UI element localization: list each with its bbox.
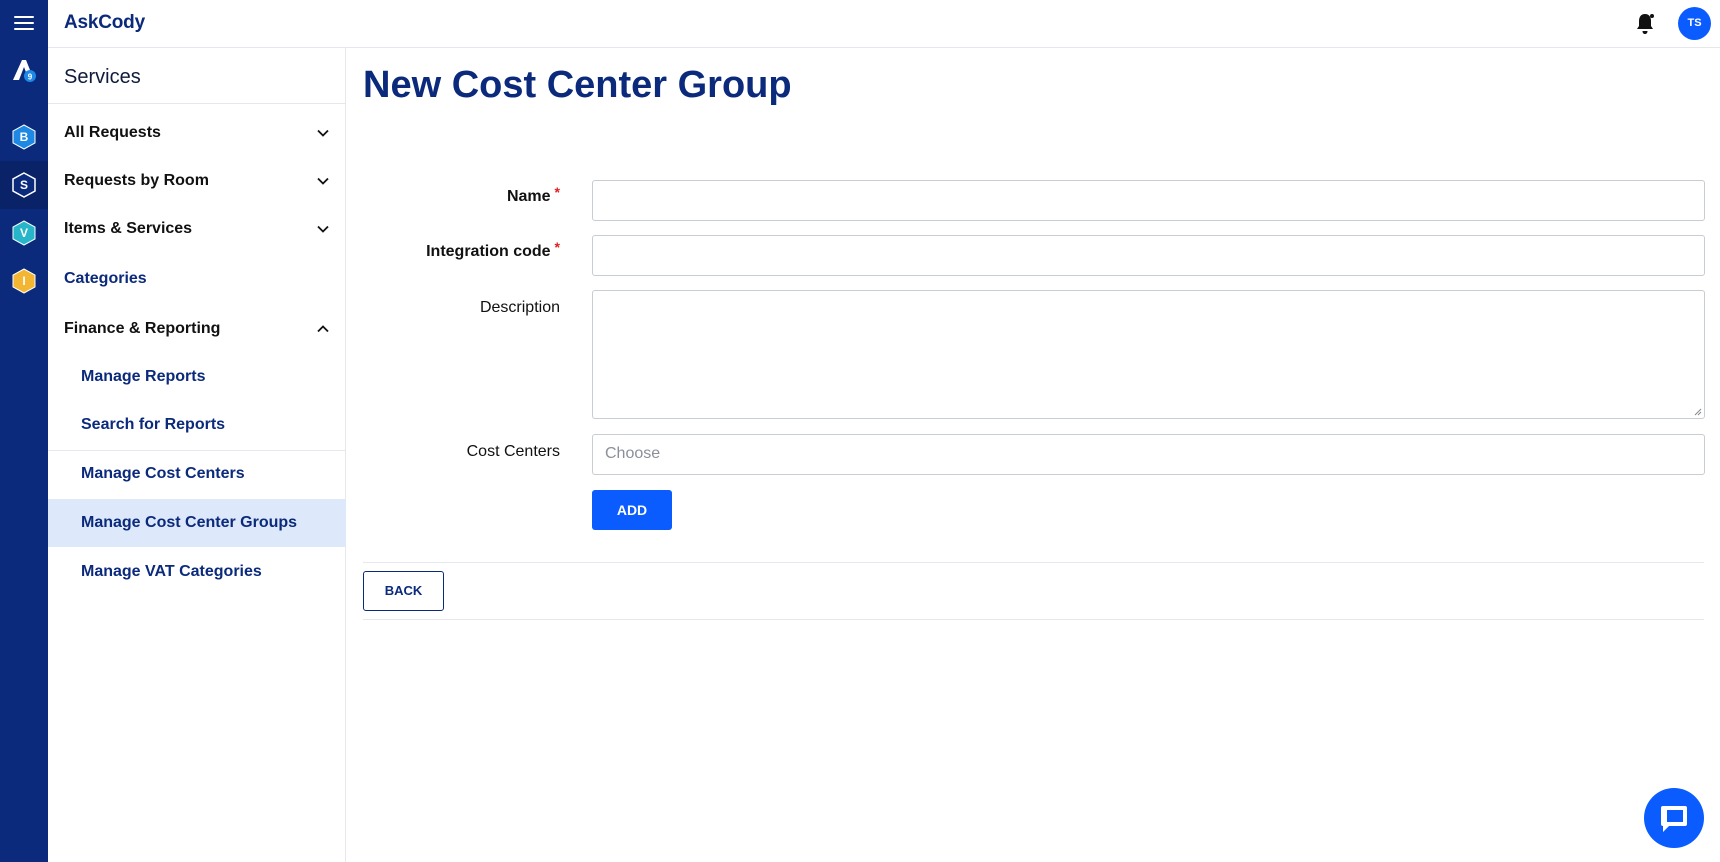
sidebar-item-label: Finance & Reporting — [64, 320, 221, 337]
chevron-down-icon — [317, 177, 329, 185]
add-button[interactable]: ADD — [592, 490, 672, 530]
user-avatar[interactable]: TS — [1678, 7, 1711, 40]
name-label-text: Name — [506, 188, 551, 205]
page-title: New Cost Center Group — [363, 64, 792, 106]
sidebar-item-finance-reporting[interactable]: Finance & Reporting — [48, 306, 346, 352]
sidebar-item-items-services[interactable]: Items & Services — [48, 206, 346, 252]
brand-logo[interactable]: AskCody — [64, 12, 145, 34]
integration-code-input[interactable] — [592, 235, 1705, 276]
section-divider — [363, 562, 1704, 563]
rail-item-i[interactable]: I — [11, 268, 37, 294]
sidebar-item-label: All Requests — [64, 124, 161, 141]
rail-item-s[interactable]: S — [11, 172, 37, 198]
sidebar-item-label: Items & Services — [64, 220, 193, 237]
menu-icon[interactable] — [14, 16, 34, 30]
services-sidebar: Services All Requests Requests by Room I… — [48, 48, 346, 862]
main-content: New Cost Center Group Name * Integration … — [363, 48, 1705, 862]
notification-bell-icon[interactable] — [1634, 12, 1656, 36]
rail-item-i-label: I — [22, 274, 26, 288]
top-bar: AskCody TS — [48, 0, 1720, 48]
sidebar-subitem-manage-cost-center-groups[interactable]: Manage Cost Center Groups — [48, 499, 346, 547]
svg-text:9: 9 — [28, 73, 33, 82]
section-divider — [363, 619, 1704, 620]
rail-item-v-label: V — [19, 226, 28, 240]
cost-centers-select[interactable]: Choose — [592, 434, 1705, 475]
sidebar-subitem-manage-vat-categories[interactable]: Manage VAT Categories — [48, 548, 346, 596]
sidebar-subitem-label: Manage Reports — [81, 368, 206, 385]
chevron-down-icon — [317, 225, 329, 233]
cost-centers-label: Cost Centers — [466, 443, 560, 460]
rail-item-s-label: S — [19, 178, 28, 192]
chat-launcher-button[interactable] — [1644, 788, 1704, 848]
integration-code-label-text: Integration code — [426, 243, 551, 260]
integration-code-label: Integration code * — [363, 239, 560, 261]
sidebar-subitem-manage-reports[interactable]: Manage Reports — [48, 353, 346, 401]
sidebar-item-all-requests[interactable]: All Requests — [48, 110, 346, 156]
rail-item-b-label: B — [19, 130, 29, 144]
sidebar-subitem-manage-cost-centers[interactable]: Manage Cost Centers — [48, 450, 346, 498]
sidebar-subitem-label: Manage Cost Centers — [81, 465, 245, 482]
sidebar-subitem-label: Manage VAT Categories — [81, 563, 262, 580]
sidebar-title: Services — [64, 66, 141, 88]
app-rail: 9 B S V I — [0, 0, 48, 862]
sidebar-item-requests-by-room[interactable]: Requests by Room — [48, 158, 346, 204]
askcody-logo-icon[interactable]: 9 — [10, 56, 38, 84]
sidebar-divider — [48, 103, 346, 104]
sidebar-subitem-label: Search for Reports — [81, 416, 226, 433]
required-marker: * — [554, 184, 560, 200]
resize-handle-icon[interactable] — [1694, 408, 1702, 416]
chat-bubble-icon — [1661, 806, 1687, 832]
chevron-up-icon — [317, 325, 329, 333]
sidebar-item-categories[interactable]: Categories — [48, 256, 346, 302]
sidebar-item-label: Categories — [64, 270, 147, 287]
rail-item-v[interactable]: V — [11, 220, 37, 246]
sidebar-subitem-search-reports[interactable]: Search for Reports — [48, 401, 346, 449]
required-marker: * — [554, 239, 560, 255]
name-input[interactable] — [592, 180, 1705, 221]
description-textarea[interactable] — [592, 290, 1705, 419]
description-label: Description — [479, 299, 560, 316]
name-label: Name * — [363, 184, 560, 206]
sidebar-subitem-label: Manage Cost Center Groups — [81, 514, 298, 531]
chevron-down-icon — [317, 129, 329, 137]
back-button[interactable]: BACK — [363, 571, 444, 611]
sidebar-item-label: Requests by Room — [64, 172, 209, 189]
rail-item-b[interactable]: B — [11, 124, 37, 150]
